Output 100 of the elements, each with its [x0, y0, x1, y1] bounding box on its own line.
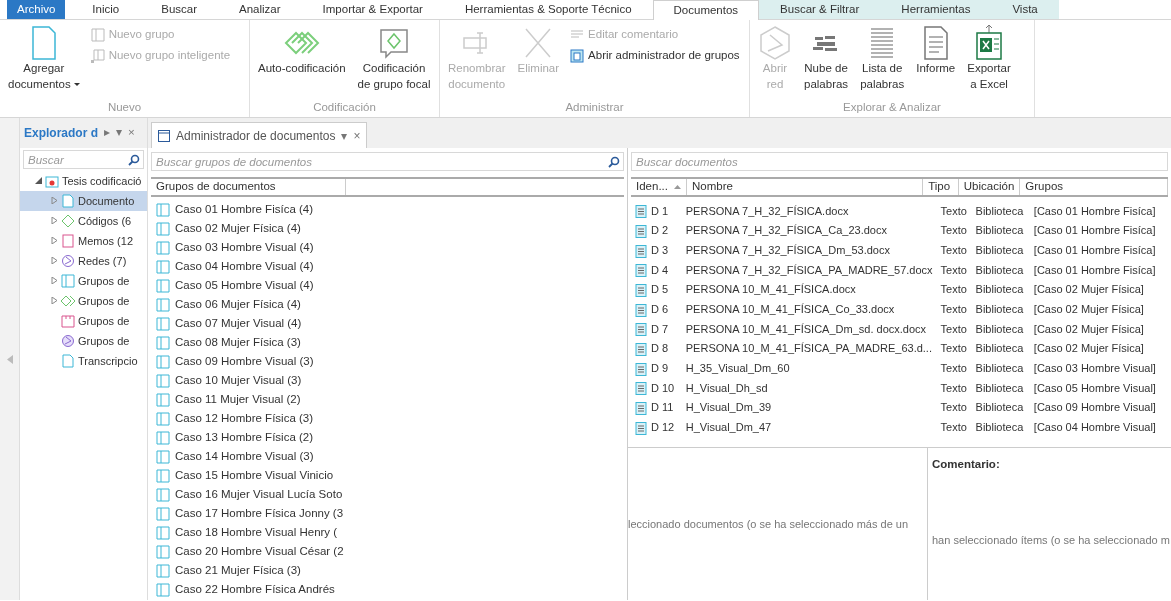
ribbon-button[interactable]: Lista de palabras	[856, 23, 909, 99]
tab-title: Administrador de documentos	[176, 127, 336, 145]
column-header[interactable]: Grupos	[1020, 179, 1168, 195]
search-field[interactable]: Buscar documentos	[631, 152, 1168, 171]
tree-item[interactable]: Códigos (6	[20, 211, 147, 231]
caret-icon[interactable]	[73, 83, 80, 86]
document-icon	[61, 194, 75, 208]
panel-control[interactable]: ▾	[116, 124, 122, 142]
panel-title[interactable]: Explorador d	[24, 124, 98, 142]
list-item[interactable]: Caso 08 Mujer Física (3)	[175, 333, 301, 352]
menu-tab[interactable]: Archivo	[7, 0, 66, 19]
list-item[interactable]: Caso 16 Mujer Visual Lucía Soto	[175, 485, 343, 504]
collapse-arrow-icon[interactable]	[6, 354, 13, 364]
table-cell: Biblioteca	[975, 401, 1024, 414]
ribbon-button[interactable]: Abrir administrador de grupos	[567, 46, 743, 66]
list-item[interactable]: Caso 03 Hombre Visual (4)	[175, 238, 314, 257]
group-icon	[156, 278, 170, 293]
group-icon	[156, 392, 170, 407]
ribbon-button[interactable]: Auto-codificación	[254, 23, 350, 99]
column-header[interactable]: Tipo	[923, 179, 959, 195]
tree-item[interactable]: Memos (12	[20, 231, 147, 251]
list-item[interactable]: Caso 02 Mujer Física (4)	[175, 219, 301, 238]
menu-tab[interactable]: Herramientas & Soporte Técnico	[443, 0, 653, 19]
list-item[interactable]: Caso 06 Mujer Física (4)	[175, 295, 301, 314]
table-cell: Biblioteca	[975, 322, 1024, 335]
text-document-icon	[635, 323, 647, 337]
tree-item[interactable]: Redes (7)	[20, 251, 147, 271]
network-group-icon	[61, 334, 75, 348]
tree-item[interactable]: Grupos de	[20, 271, 147, 291]
list-item[interactable]: Caso 20 Hombre Visual César (2	[175, 542, 344, 561]
table-cell: D 4	[651, 263, 669, 276]
collapsed-arrow-icon[interactable]	[50, 197, 58, 205]
list-item[interactable]: Caso 17 Hombre Física Jonny (3	[175, 504, 344, 523]
menu-tab[interactable]: Analizar	[218, 0, 302, 19]
column-header[interactable]: Nombre	[687, 179, 924, 195]
table-cell: PERSONA 7_H_32_FÍSICA_Ca_23.docx	[685, 224, 887, 237]
list-item[interactable]: Caso 21 Mujer Física (3)	[175, 561, 301, 580]
panel-control[interactable]: ▸	[104, 124, 110, 142]
document-tab[interactable]: Administrador de documentos ▾ ×	[151, 122, 368, 148]
search-field[interactable]: Buscar	[23, 150, 144, 169]
text-document-icon	[635, 224, 647, 238]
tree-item[interactable]: Grupos de	[20, 311, 147, 331]
ribbon-button[interactable]: Informe	[912, 23, 960, 99]
table-cell: Biblioteca	[975, 381, 1024, 394]
search-field[interactable]: Buscar grupos de documentos	[151, 152, 624, 171]
table-cell: Biblioteca	[975, 283, 1024, 296]
smart-group-icon	[90, 48, 105, 63]
group-icon	[156, 335, 170, 350]
menu-tab[interactable]: Buscar	[140, 0, 218, 19]
table-cell: Biblioteca	[975, 303, 1024, 316]
list-item[interactable]: Caso 11 Mujer Visual (2)	[175, 390, 301, 409]
menu-tab[interactable]: Buscar & Filtrar	[759, 0, 881, 19]
tab-control[interactable]: ▾	[341, 126, 348, 145]
text-document-icon	[635, 205, 647, 219]
table-cell: D 10	[651, 381, 675, 394]
column-header[interactable]: Grupos de documentos	[151, 179, 346, 195]
menu-tab[interactable]: Vista	[991, 0, 1059, 19]
tree-item[interactable]: Tesis codificació	[20, 171, 147, 191]
list-item[interactable]: Caso 10 Mujer Visual (3)	[175, 371, 302, 390]
expanded-arrow-icon[interactable]	[34, 177, 42, 185]
list-item[interactable]: Caso 09 Hombre Visual (3)	[175, 352, 314, 371]
menu-tab[interactable]: Inicio	[71, 0, 141, 19]
list-item[interactable]: Caso 15 Hombre Visual Vinicio	[175, 466, 334, 485]
table-cell: Biblioteca	[975, 243, 1024, 256]
list-item[interactable]: Caso 01 Hombre Fisíca (4)	[175, 200, 314, 219]
table-cell: D 7	[651, 322, 669, 335]
table-cell: H_Visual_Dh_sd	[685, 381, 768, 394]
collapsed-arrow-icon[interactable]	[50, 237, 58, 245]
collapsed-arrow-icon[interactable]	[50, 217, 58, 225]
ribbon-button[interactable]: Agregar documentos	[4, 23, 84, 99]
column-header[interactable]: Iden...	[631, 179, 687, 195]
tree-item[interactable]: Grupos de	[20, 291, 147, 311]
text-document-icon	[635, 343, 647, 356]
tree-item[interactable]: Transcripcio	[20, 351, 147, 371]
ribbon-button[interactable]: Nube de palabras	[800, 23, 853, 99]
tree-item[interactable]: Documento	[20, 191, 147, 211]
menu-tab[interactable]: Documentos	[652, 0, 760, 20]
list-item[interactable]: Caso 04 Hombre Visual (4)	[175, 257, 314, 276]
ribbon-button[interactable]: Exportar a Excel	[963, 23, 1015, 99]
collapsed-arrow-icon[interactable]	[50, 277, 58, 285]
collapsed-arrow-icon[interactable]	[50, 257, 58, 265]
panel-control[interactable]: ×	[128, 124, 135, 142]
ribbon-button[interactable]: Codificación de grupo focal	[353, 23, 435, 99]
tab-control[interactable]: ×	[353, 126, 361, 145]
menu-tab[interactable]: Herramientas	[880, 0, 992, 19]
list-item[interactable]: Caso 12 Hombre Física (3)	[175, 409, 314, 428]
column-header[interactable]: Ubicación	[958, 179, 1021, 195]
list-item[interactable]: Caso 18 Hombre Visual Henry (	[175, 523, 338, 542]
collapsed-arrow-icon[interactable]	[50, 297, 58, 305]
table-cell: PERSONA 7_H_32_FÍSICA.docx	[685, 204, 849, 217]
list-item[interactable]: Caso 22 Hombre Física Andrés	[175, 580, 335, 599]
list-item[interactable]: Caso 14 Hombre Visual (3)	[175, 447, 314, 466]
table-cell: [Caso 05 Hombre Visual]	[1033, 381, 1156, 394]
list-item[interactable]: Caso 07 Mujer Visual (4)	[175, 314, 302, 333]
tree-item[interactable]: Grupos de	[20, 331, 147, 351]
menu-tab[interactable]: Importar & Exportar	[301, 0, 444, 19]
table-cell: Texto	[940, 283, 967, 296]
list-item[interactable]: Caso 13 Hombre Física (2)	[175, 428, 314, 447]
list-item[interactable]: Caso 05 Hombre Visual (4)	[175, 276, 314, 295]
text-document-icon	[635, 402, 647, 416]
